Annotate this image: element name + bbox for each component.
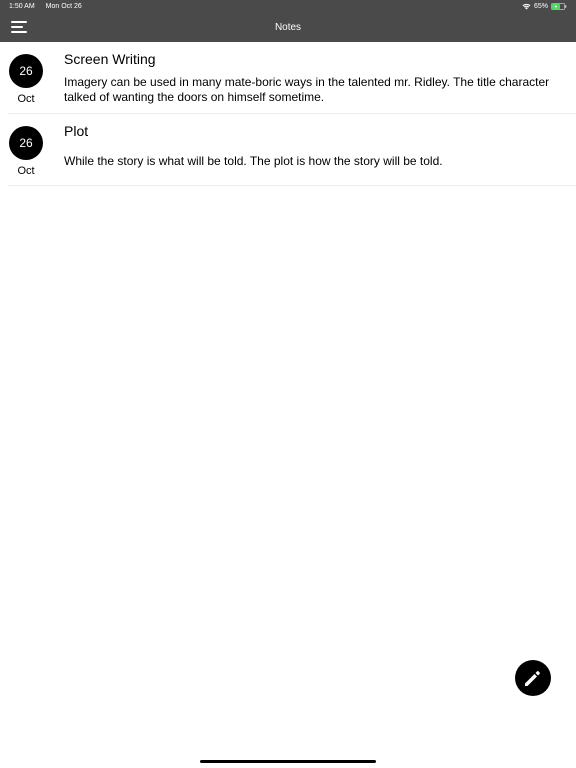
status-left: 1:50 AM Mon Oct 26 [9, 0, 91, 13]
note-date-badge: 26 [9, 126, 43, 160]
new-note-button[interactable] [515, 660, 551, 696]
note-body: Imagery can be used in many mate-boric w… [64, 75, 550, 104]
status-time: 1:50 AM [9, 3, 35, 10]
note-date-month: Oct [17, 165, 35, 177]
wifi-icon [522, 3, 531, 10]
note-body: While the story is what will be told. Th… [64, 154, 443, 168]
battery-percent: 65% [533, 3, 548, 10]
pencil-icon [525, 671, 540, 686]
note-title: Screen Writing [64, 51, 156, 67]
note-divider [8, 185, 576, 186]
status-date: Mon Oct 26 [45, 3, 82, 10]
status-bar: 1:50 AM Mon Oct 26 65% [0, 0, 576, 13]
home-indicator [200, 760, 376, 763]
note-date-badge: 26 [9, 54, 43, 88]
status-right: 65% [522, 0, 567, 13]
note-date-month: Oct [17, 93, 35, 105]
note-list: 26 Oct Screen Writing Imagery can be use… [0, 42, 576, 186]
nav-bar: Notes [0, 13, 576, 42]
note-item[interactable]: 26 Oct Screen Writing Imagery can be use… [0, 42, 576, 114]
page-title: Notes [274, 22, 302, 33]
note-title: Plot [64, 123, 89, 139]
battery-icon [551, 3, 567, 10]
note-item[interactable]: 26 Oct Plot While the story is what will… [0, 114, 576, 186]
